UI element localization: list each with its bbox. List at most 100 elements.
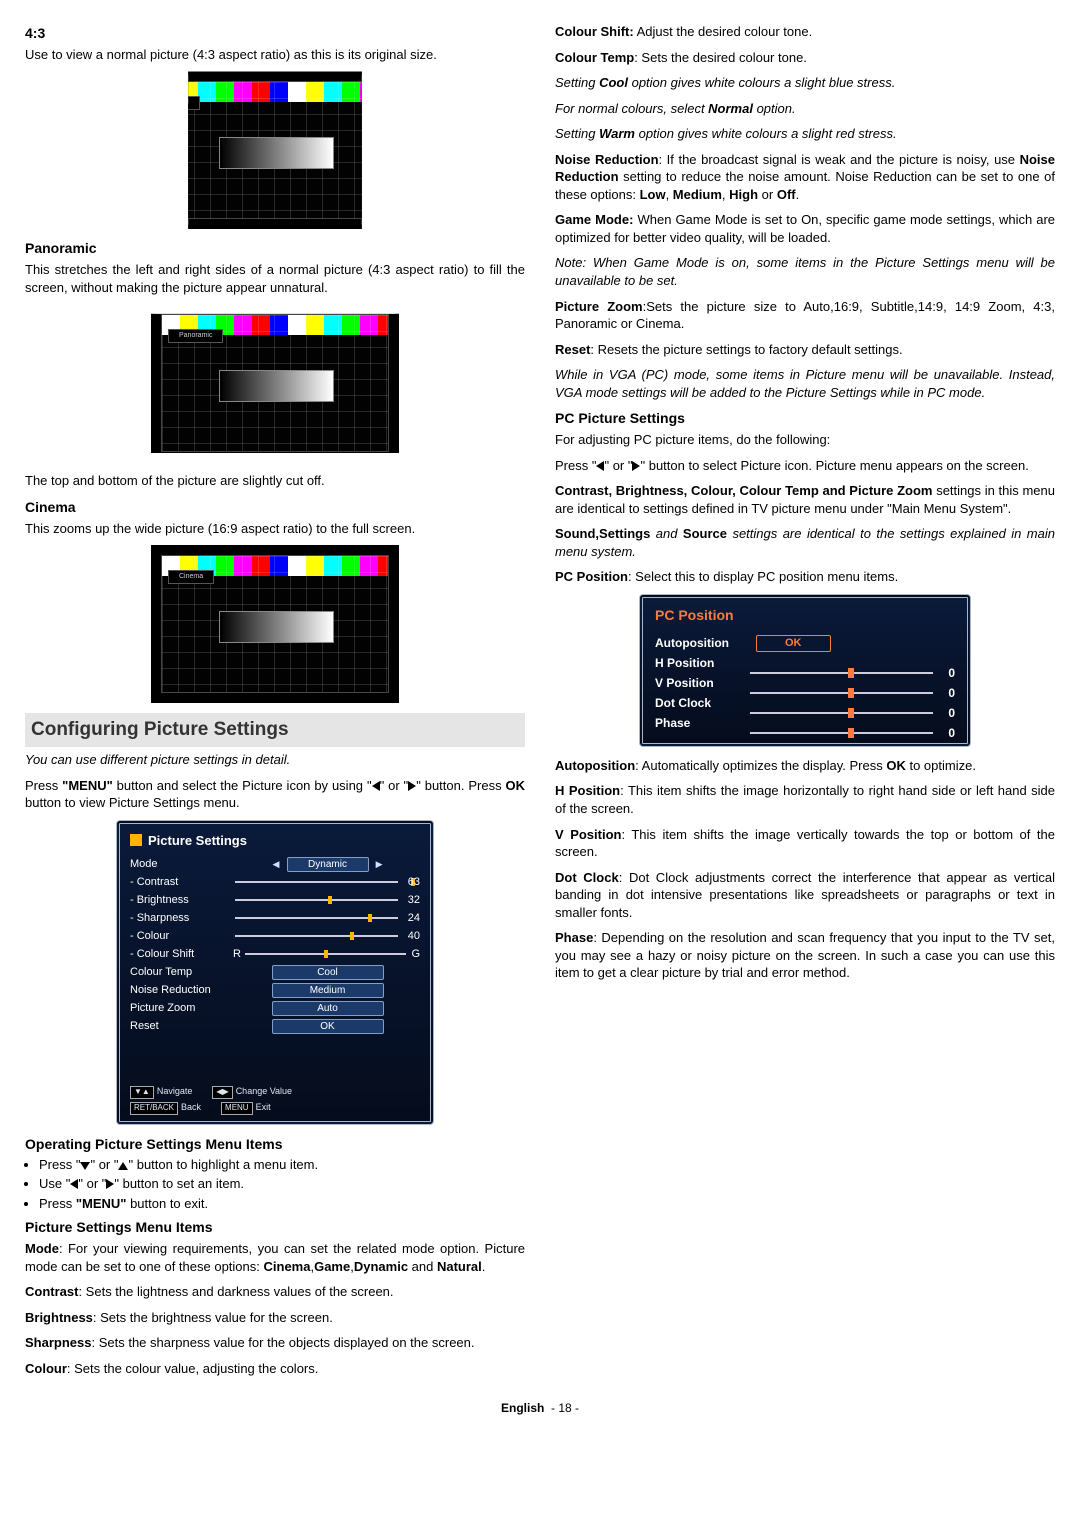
osd-pill-label: Reset [130, 1019, 235, 1034]
note-normal: For normal colours, select Normal option… [555, 100, 1055, 118]
osd-pill-value: Auto [272, 1001, 384, 1016]
heading-cinema: Cinema [25, 498, 525, 517]
item-colour: Colour: Sets the colour value, adjusting… [25, 1360, 525, 1378]
pc-text-4: Sound,Settings and Source settings are i… [555, 525, 1055, 560]
pcpos-slider-row[interactable]: H Position0 [655, 653, 955, 673]
osd-pill-row[interactable]: Colour Temp Cool [130, 963, 420, 981]
osd-mode-left-icon[interactable]: ◀ [269, 859, 284, 869]
heading-panoramic: Panoramic [25, 239, 525, 258]
item-sharpness: Sharpness: Sets the sharpness value for … [25, 1334, 525, 1352]
item-mode: Mode: For your viewing requirements, you… [25, 1240, 525, 1275]
page-footer: English - 18 - [25, 1400, 1055, 1416]
osd-slider-value: 32 [402, 893, 420, 908]
pcpos-slider-value: 0 [937, 725, 955, 741]
osd-pc-position: PC Position Autoposition OK H Position0V… [639, 594, 971, 747]
osd-slider-row[interactable]: - Brightness 32 [130, 891, 420, 909]
item-noise-reduction: Noise Reduction: If the broadcast signal… [555, 151, 1055, 204]
osd-help-bar-2: RET/BACKBack MENUExit [130, 1101, 420, 1115]
osd-pill-row[interactable]: Picture ZoomAuto [130, 999, 420, 1017]
osd-pill-label: Colour Temp [130, 965, 235, 980]
osd-pill-row[interactable]: Noise ReductionMedium [130, 981, 420, 999]
text-4-3: Use to view a normal picture (4:3 aspect… [25, 46, 525, 64]
figure-cinema: Cinema [151, 545, 399, 703]
item-brightness: Brightness: Sets the brightness value fo… [25, 1309, 525, 1327]
list-item: Use "" or "" button to set an item. [39, 1175, 525, 1193]
up-arrow-icon [118, 1162, 128, 1170]
pcpos-slider-row[interactable]: Phase0 [655, 713, 955, 733]
item-v-position: V Position: This item shifts the image v… [555, 826, 1055, 861]
item-contrast: Contrast: Sets the lightness and darknes… [25, 1283, 525, 1301]
list-item: Press "" or "" button to highlight a men… [39, 1156, 525, 1174]
text-config-steps: Press "MENU" button and select the Pictu… [25, 777, 525, 812]
nav-keys-icon: ▼▲ [130, 1086, 154, 1099]
pc-text-1: For adjusting PC picture items, do the f… [555, 431, 1055, 449]
pcpos-slider-value: 0 [937, 665, 955, 681]
figure-panoramic-label: Panoramic [168, 329, 223, 342]
osd-mode-value: Dynamic [287, 857, 369, 872]
osd-slider-label: - Contrast [130, 875, 235, 890]
osd-pill-value: OK [272, 1019, 384, 1034]
osd-slider-label: - Sharpness [130, 911, 235, 926]
pcpos-slider-row[interactable]: V Position0 [655, 673, 955, 693]
osd-slider-value: 40 [402, 929, 420, 944]
item-autoposition: Autoposition: Automatically optimizes th… [555, 757, 1055, 775]
right-column: Colour Shift: Adjust the desired colour … [555, 20, 1055, 1386]
osd-slider-label: - Brightness [130, 893, 235, 908]
osd-mode-label: Mode [130, 857, 235, 872]
osd-slider-label: - Colour [130, 929, 235, 944]
text-panoramic: This stretches the left and right sides … [25, 261, 525, 296]
pcpos-slider-label: Dot Clock [655, 695, 750, 711]
osd-pill-label: Noise Reduction [130, 983, 235, 998]
footer-page-number: - 18 - [551, 1401, 579, 1415]
pcpos-slider-label: V Position [655, 675, 750, 691]
pc-text-2: Press "" or "" button to select Picture … [555, 457, 1055, 475]
osd-mode-right-icon[interactable]: ▶ [372, 859, 387, 869]
right-arrow-icon [408, 781, 416, 791]
note-game-mode: Note: When Game Mode is on, some items i… [555, 254, 1055, 289]
text-cinema: This zooms up the wide picture (16:9 asp… [25, 520, 525, 538]
osd-pill-value: Cool [272, 965, 384, 980]
osd-slider-value: 63 [402, 875, 420, 890]
pc-text-3: Contrast, Brightness, Colour, Colour Tem… [555, 482, 1055, 517]
item-colour-temp: Colour Temp: Sets the desired colour ton… [555, 49, 1055, 67]
figure-cinema-label: Cinema [168, 570, 214, 583]
osd-pill-row[interactable]: Reset OK [130, 1017, 420, 1035]
operating-list: Press "" or "" button to highlight a men… [25, 1156, 525, 1213]
note-vga: While in VGA (PC) mode, some items in Pi… [555, 366, 1055, 401]
pcpos-slider-label: H Position [655, 655, 750, 671]
osd-picture-settings: Picture Settings Mode ◀ Dynamic ▶ - Cont… [116, 820, 434, 1125]
text-panoramic-2: The top and bottom of the picture are sl… [25, 472, 525, 490]
osd-slider-row[interactable]: - Contrast 63 [130, 873, 420, 891]
left-arrow-icon [372, 781, 380, 791]
item-game-mode: Game Mode: When Game Mode is set to On, … [555, 211, 1055, 246]
left-column: 4:3 Use to view a normal picture (4:3 as… [25, 20, 525, 1386]
osd-slider-row[interactable]: - Colour 40 [130, 927, 420, 945]
osd-shift-R: R [233, 947, 241, 962]
pcpos-slider-row[interactable]: Dot Clock0 [655, 693, 955, 713]
pcpos-ok-button[interactable]: OK [756, 635, 831, 652]
item-h-position: H Position: This item shifts the image h… [555, 782, 1055, 817]
item-reset: Reset: Resets the picture settings to fa… [555, 341, 1055, 359]
menu-key-icon: MENU [221, 1102, 253, 1115]
page-columns: 4:3 Use to view a normal picture (4:3 as… [25, 20, 1055, 1386]
heading-configuring: Configuring Picture Settings [25, 713, 525, 747]
pcpos-slider-value: 0 [937, 685, 955, 701]
osd-slider-row[interactable]: - Sharpness24 [130, 909, 420, 927]
note-cool: Setting Cool option gives white colours … [555, 74, 1055, 92]
osd-colour-shift-row[interactable]: - Colour Shift R G [130, 945, 420, 963]
osd-colour-shift-label: - Colour Shift [130, 947, 235, 962]
osd-mode-row[interactable]: Mode ◀ Dynamic ▶ [130, 855, 420, 873]
figure-4-3: 4:3 [151, 71, 399, 229]
heading-4-3: 4:3 [25, 24, 525, 43]
heading-pc-picture: PC Picture Settings [555, 409, 1055, 428]
osd-shift-G: G [411, 947, 420, 962]
change-keys-icon: ◀▶ [212, 1086, 232, 1099]
text-config-intro: You can use different picture settings i… [25, 751, 525, 769]
figure-panoramic: Panoramic [151, 304, 399, 462]
pcpos-slider-value: 0 [937, 705, 955, 721]
down-arrow-icon [80, 1162, 90, 1170]
item-colour-shift: Colour Shift: Adjust the desired colour … [555, 23, 1055, 41]
pcpos-autoposition-row[interactable]: Autoposition OK [655, 633, 955, 653]
heading-items: Picture Settings Menu Items [25, 1218, 525, 1237]
list-item: Press "MENU" button to exit. [39, 1195, 525, 1213]
